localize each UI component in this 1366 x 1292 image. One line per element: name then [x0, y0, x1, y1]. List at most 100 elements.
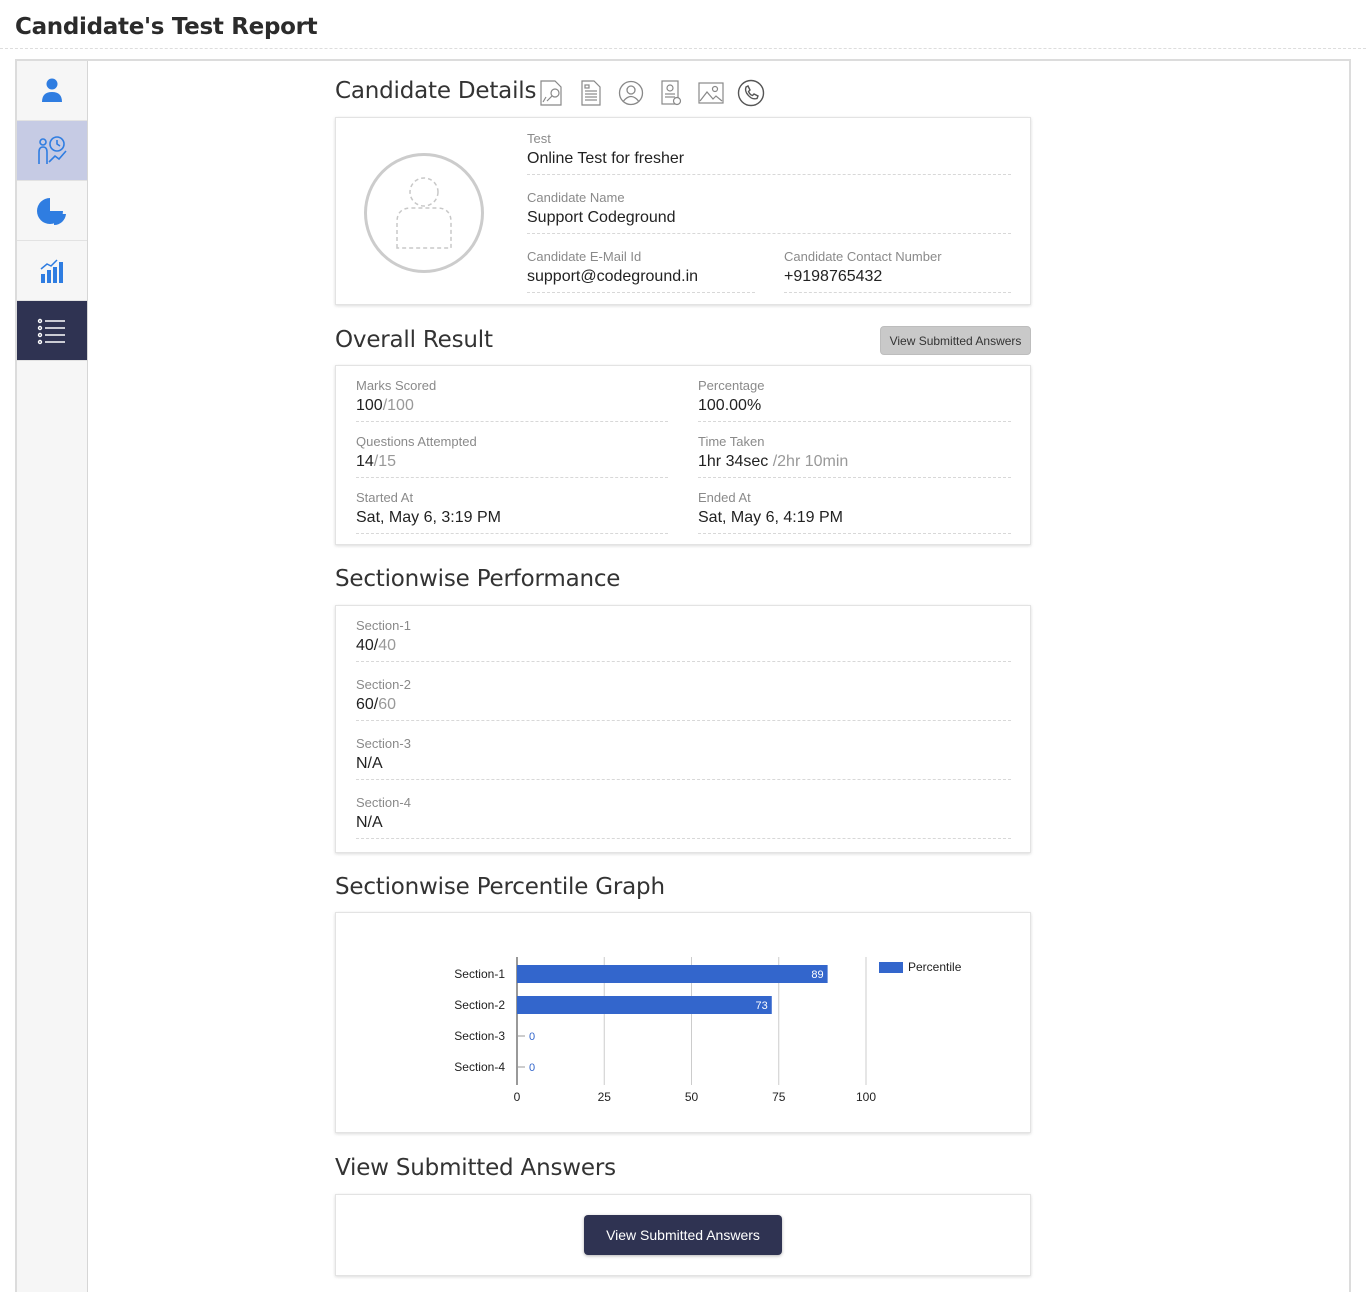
- sidebar-item-pie[interactable]: [17, 181, 87, 241]
- performance-total: 40: [378, 637, 397, 654]
- legend-label: Percentile: [908, 960, 962, 974]
- x-tick-label: 75: [772, 1090, 786, 1104]
- avatar: [364, 153, 484, 273]
- marks-field: Marks Scored 100/100: [356, 378, 668, 422]
- bar-data-label: 0: [529, 1062, 535, 1074]
- questions-field: Questions Attempted 14/15: [356, 434, 668, 478]
- performance-value: 40/40: [356, 637, 1011, 662]
- document-icon[interactable]: [577, 79, 605, 107]
- sidebar: [17, 61, 88, 1292]
- candidate-name-field: Candidate Name Support Codeground: [527, 190, 1011, 234]
- ended-value: Sat, May 6, 4:19 PM: [698, 509, 1011, 534]
- candidate-name-label: Candidate Name: [527, 190, 625, 205]
- y-category-label: Section-1: [454, 967, 505, 981]
- email-label: Candidate E-Mail Id: [527, 249, 642, 264]
- sidebar-item-report[interactable]: [17, 121, 87, 181]
- performance-label: Section-2: [356, 677, 411, 692]
- analytics-clock-icon: [38, 135, 67, 164]
- performance-card: Section-1 40/40 Section-2 60/60 Section-…: [335, 605, 1031, 853]
- contact-label: Candidate Contact Number: [784, 249, 942, 264]
- bar-data-label: 0: [529, 1031, 535, 1043]
- view-submitted-answers-title: View Submitted Answers: [335, 1155, 616, 1181]
- pdf-search-icon[interactable]: [537, 79, 565, 107]
- profile-circle-icon[interactable]: [617, 79, 645, 107]
- x-tick-label: 0: [514, 1090, 521, 1104]
- y-category-label: Section-2: [454, 998, 505, 1012]
- sidebar-item-list[interactable]: [17, 301, 87, 361]
- x-tick-label: 50: [685, 1090, 699, 1104]
- marks-value: 100/100: [356, 397, 668, 422]
- x-tick-label: 25: [598, 1090, 612, 1104]
- started-value: Sat, May 6, 3:19 PM: [356, 509, 668, 534]
- performance-item-1: Section-1 40/40: [356, 618, 1011, 662]
- ended-field: Ended At Sat, May 6, 4:19 PM: [698, 490, 1011, 534]
- questions-attempted: 14: [356, 453, 374, 470]
- email-value: support@codeground.in: [527, 268, 755, 293]
- ended-label: Ended At: [698, 490, 751, 505]
- test-value: Online Test for fresher: [527, 150, 1011, 175]
- pie-chart-icon: [37, 197, 66, 225]
- candidate-card: Test Online Test for fresher Candidate N…: [335, 117, 1031, 305]
- percentile-graph-card: 0 25 50 75 100 Section-1 89 Section-2 73 Section-…: [335, 912, 1031, 1133]
- phone-icon[interactable]: [737, 79, 765, 107]
- sectionwise-performance-title: Sectionwise Performance: [335, 566, 621, 592]
- sidebar-item-candidate[interactable]: [17, 61, 87, 121]
- performance-score: N/A: [356, 814, 383, 831]
- list-icon: [37, 318, 65, 344]
- performance-item-4: Section-4 N/A: [356, 795, 1011, 839]
- started-label: Started At: [356, 490, 414, 505]
- performance-score: 40/: [356, 637, 379, 654]
- performance-item-2: Section-2 60/60: [356, 677, 1011, 721]
- performance-label: Section-1: [356, 618, 411, 633]
- time-label: Time Taken: [698, 434, 765, 449]
- performance-score: N/A: [356, 755, 383, 772]
- y-category-label: Section-3: [454, 1029, 505, 1043]
- performance-item-3: Section-3 N/A: [356, 736, 1011, 780]
- y-category-label: Section-4: [454, 1060, 505, 1074]
- questions-value: 14/15: [356, 453, 668, 478]
- marks-total: /100: [382, 397, 414, 414]
- id-card-icon[interactable]: [657, 79, 685, 107]
- bar: [517, 996, 772, 1014]
- time-field: Time Taken 1hr 34sec /2hr 10min: [698, 434, 1011, 478]
- percentage-field: Percentage 100.00%: [698, 378, 1011, 422]
- test-field: Test Online Test for fresher: [527, 131, 1011, 175]
- candidate-details-title: Candidate Details: [335, 78, 537, 104]
- percentage-value: 100.00%: [698, 397, 1011, 422]
- page-title: Candidate's Test Report: [15, 14, 318, 40]
- page-header: Candidate's Test Report: [0, 0, 1366, 49]
- bar-data-label: 89: [811, 969, 823, 981]
- percentile-chart: 0 25 50 75 100 Section-1 89 Section-2 73 Section-…: [454, 957, 962, 1104]
- user-icon: [42, 78, 62, 102]
- image-icon[interactable]: [697, 79, 725, 107]
- marks-label: Marks Scored: [356, 378, 437, 393]
- marks-scored: 100: [356, 397, 383, 414]
- time-value: 1hr 34sec /2hr 10min: [698, 453, 1011, 478]
- view-submitted-answers-button-top[interactable]: View Submitted Answers: [880, 326, 1031, 355]
- bar-chart-icon: [40, 258, 63, 283]
- performance-label: Section-3: [356, 736, 411, 751]
- report-frame: Candidate Details Test Online Test for f…: [15, 59, 1351, 1292]
- submitted-answers-card: View Submitted Answers: [335, 1194, 1031, 1276]
- candidate-name-value: Support Codeground: [527, 209, 1011, 234]
- overall-result-card: Marks Scored 100/100 Percentage 100.00% …: [335, 365, 1031, 545]
- performance-value: N/A: [356, 814, 1011, 839]
- bar-data-label: 73: [756, 1000, 768, 1012]
- contact-value: +9198765432: [784, 268, 1011, 293]
- performance-total: 60: [378, 696, 397, 713]
- questions-total: /15: [373, 453, 397, 470]
- time-taken: 1hr 34sec: [698, 453, 769, 470]
- questions-label: Questions Attempted: [356, 434, 477, 449]
- contact-field: Candidate Contact Number +9198765432: [784, 249, 1011, 293]
- performance-value: N/A: [356, 755, 1011, 780]
- performance-value: 60/60: [356, 696, 1011, 721]
- view-submitted-answers-button[interactable]: View Submitted Answers: [584, 1215, 782, 1255]
- candidate-icon-strip: [537, 79, 765, 107]
- bar: [517, 965, 828, 983]
- overall-result-title: Overall Result: [335, 327, 493, 353]
- email-field: Candidate E-Mail Id support@codeground.i…: [527, 249, 755, 293]
- test-label: Test: [527, 131, 551, 146]
- sidebar-item-bar[interactable]: [17, 241, 87, 301]
- performance-score: 60/: [356, 696, 379, 713]
- legend-swatch: [879, 962, 903, 973]
